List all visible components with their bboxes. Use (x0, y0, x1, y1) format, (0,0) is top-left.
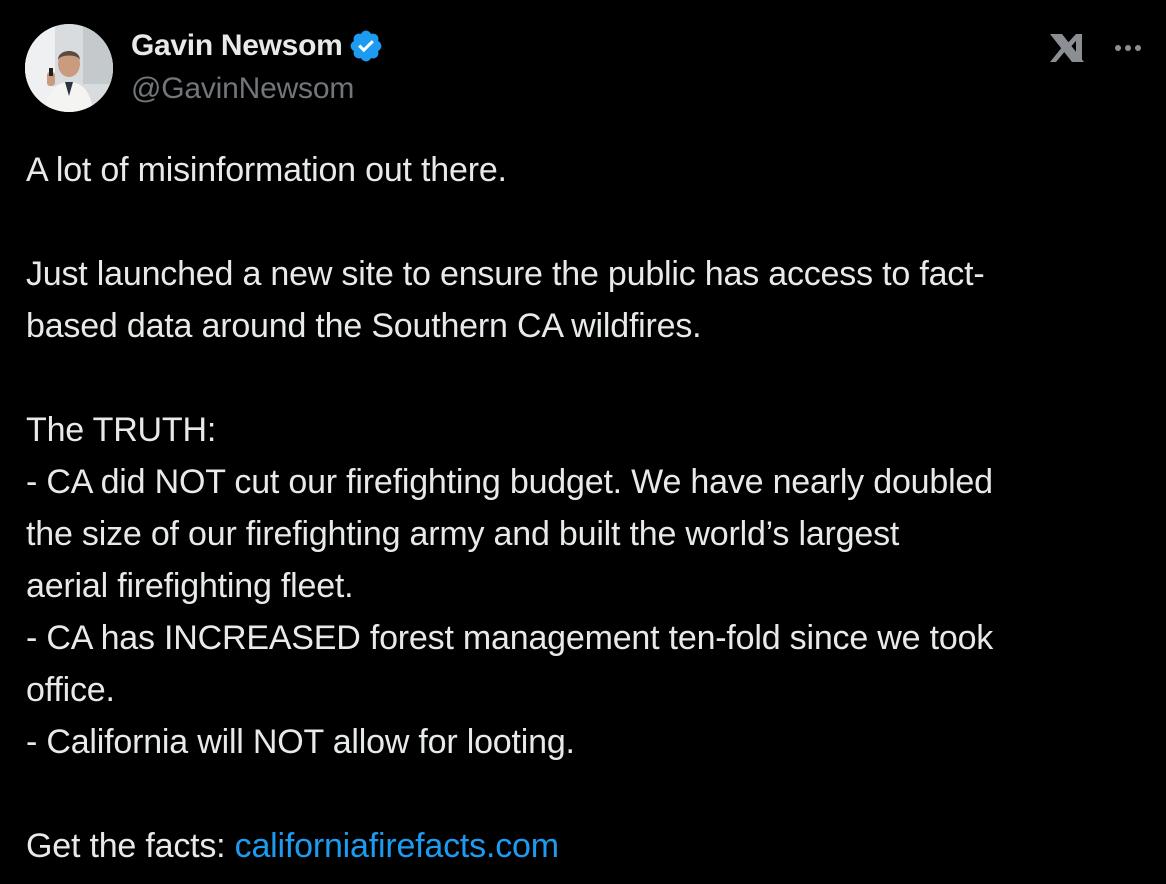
tweet-line: - California will NOT allow for looting. (26, 723, 575, 761)
verified-badge-icon[interactable] (348, 28, 384, 64)
profile-photo-icon (25, 24, 113, 112)
cta-line: Get the facts: californiafirefacts.com (26, 820, 1154, 872)
tweet-line: - CA has INCREASED forest management ten… (26, 619, 994, 657)
author-name-row[interactable]: Gavin Newsom (131, 26, 384, 66)
tweet-line: Just launched a new site to ensure the p… (26, 255, 985, 293)
tweet-line: based data around the Southern CA wildfi… (26, 307, 702, 345)
more-options-icon[interactable] (1110, 30, 1146, 66)
cta-prefix: Get the facts: (26, 827, 235, 865)
site-link[interactable]: californiafirefacts.com (235, 827, 559, 865)
x-logo-icon[interactable] (1046, 30, 1088, 66)
tweet-card: Gavin Newsom @GavinNewsom A lot of misin… (0, 0, 1166, 884)
display-name[interactable]: Gavin Newsom (131, 29, 343, 63)
tweet-line: the size of our firefighting army and bu… (26, 515, 900, 553)
tweet-text: A lot of misinformation out there. Just … (26, 144, 1154, 872)
tweet-line: aerial firefighting fleet. (26, 567, 354, 605)
author-handle[interactable]: @GavinNewsom (131, 72, 354, 106)
tweet-line: - CA did NOT cut our firefighting budget… (26, 463, 993, 501)
avatar[interactable] (25, 24, 113, 112)
tweet-line: The TRUTH: (26, 411, 217, 449)
tweet-line: office. (26, 671, 115, 709)
tweet-line: A lot of misinformation out there. (26, 151, 507, 189)
